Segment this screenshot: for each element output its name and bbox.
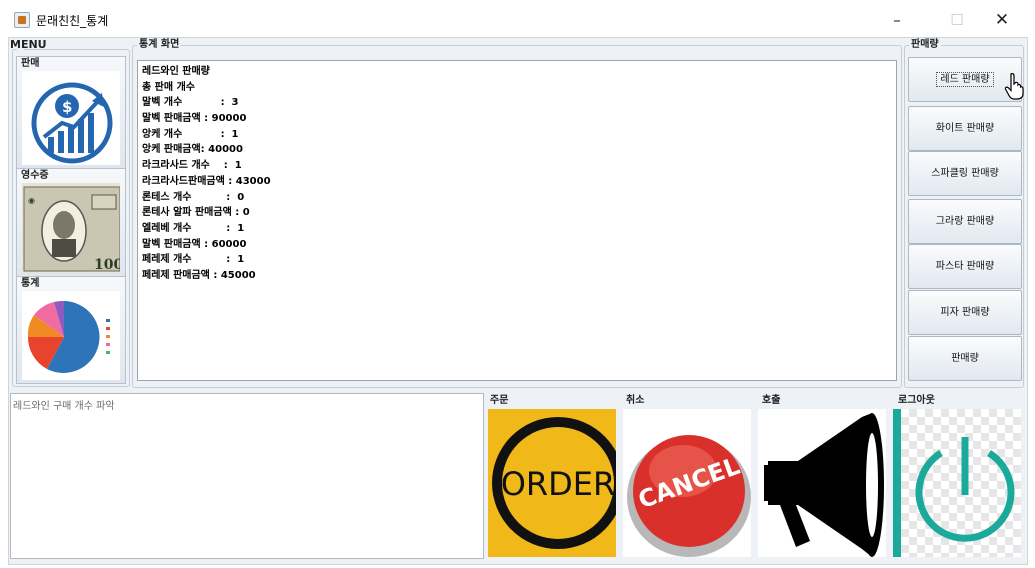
stats-line: 말벡 개수 : 3	[142, 97, 239, 109]
stats-line: 앙케 판매금액: 40000	[142, 144, 243, 156]
red-sales-label: 레드 판매량	[936, 72, 994, 87]
menu-item-statistics[interactable]: 통계	[16, 276, 126, 384]
menu-item-receipt[interactable]: 영수증 100 ◉	[16, 168, 126, 277]
call-button[interactable]	[758, 409, 886, 557]
svg-text:◉: ◉	[28, 196, 35, 205]
stats-line: 페레제 판매금액 : 45000	[142, 269, 256, 281]
svg-text:ORDER: ORDER	[501, 465, 616, 503]
window-title: 문래친친_통계	[36, 14, 109, 28]
order-button[interactable]: ORDER	[488, 409, 616, 557]
stats-text-area[interactable]: 레드와인 판매량 총 판매 개수 말벡 개수 : 3 말벡 판매금액 : 900…	[137, 60, 897, 381]
maximize-button[interactable]: ☐	[942, 8, 972, 32]
hand-cursor-icon	[1004, 73, 1024, 100]
stats-line: 총 판매 개수	[142, 81, 195, 93]
pasta-sales-button[interactable]: 파스타 판매량	[908, 244, 1022, 289]
svg-text:100: 100	[94, 257, 120, 273]
cancel-icon: CANCEL	[623, 409, 751, 557]
stats-line: 말벡 판매금액 : 90000	[142, 113, 247, 125]
pizza-sales-label: 피자 판매량	[940, 307, 990, 318]
megaphone-icon	[758, 409, 886, 557]
menu-item-sales[interactable]: 판매 $	[16, 56, 126, 169]
sparkling-sales-label: 스파클링 판매량	[931, 168, 999, 179]
menu-item-label: 통계	[21, 278, 40, 289]
grappa-sales-label: 그라랑 판매량	[935, 216, 995, 227]
pie-chart-image	[22, 291, 120, 380]
cancel-button[interactable]: CANCEL	[623, 409, 751, 557]
logout-caption: 로그아웃	[898, 395, 935, 406]
stats-line: 레드와인 판매량	[142, 66, 210, 77]
stats-line: 라크라사드판매금액 : 43000	[142, 175, 271, 187]
pizza-sales-button[interactable]: 피자 판매량	[908, 290, 1022, 335]
order-caption: 주문	[490, 395, 509, 406]
sales-chart-icon: $	[22, 71, 120, 165]
stats-line: 론테스 개수 : 0	[142, 191, 245, 203]
power-icon	[893, 409, 1021, 557]
menu-item-label: 판매	[21, 58, 40, 69]
call-caption: 호출	[762, 395, 781, 406]
stats-panel-legend: 통계 화면	[139, 39, 180, 50]
svg-text:$: $	[62, 98, 72, 116]
menu-item-label: 영수증	[21, 170, 49, 181]
money-bill-image: 100 ◉	[22, 183, 120, 273]
white-sales-button[interactable]: 화이트 판매량	[908, 106, 1022, 151]
order-icon: ORDER	[488, 409, 616, 557]
stats-line: 론테사 알파 판매금액 : 0	[142, 207, 250, 219]
stats-line: 엘레베 개수 : 1	[142, 222, 245, 234]
close-button[interactable]: ✕	[987, 8, 1017, 32]
stats-line: 앙케 개수 : 1	[142, 128, 239, 140]
grappa-sales-button[interactable]: 그라랑 판매량	[908, 199, 1022, 244]
total-sales-label: 판매량	[951, 353, 979, 364]
white-sales-label: 화이트 판매량	[935, 123, 995, 134]
cancel-caption: 취소	[626, 395, 645, 406]
logout-button[interactable]	[893, 409, 1021, 557]
sparkling-sales-button[interactable]: 스파클링 판매량	[908, 151, 1022, 196]
total-sales-button[interactable]: 판매량	[908, 336, 1022, 381]
stats-line: 말벡 판매금액 : 60000	[142, 238, 247, 250]
stats-line: 페레제 개수 : 1	[142, 254, 245, 266]
stats-line: 라크라사드 개수 : 1	[142, 160, 242, 172]
text-area-hint: 레드와인 구매 개수 파악	[13, 401, 115, 412]
minimize-button[interactable]: –	[882, 8, 912, 32]
title-bar: 문래친친_통계 – ☐ ✕	[0, 0, 1035, 38]
app-icon	[14, 12, 30, 28]
pasta-sales-label: 파스타 판매량	[935, 261, 995, 272]
sales-panel-legend: 판매량	[911, 39, 939, 50]
purchase-count-text-area[interactable]: 레드와인 구매 개수 파악	[10, 393, 484, 559]
